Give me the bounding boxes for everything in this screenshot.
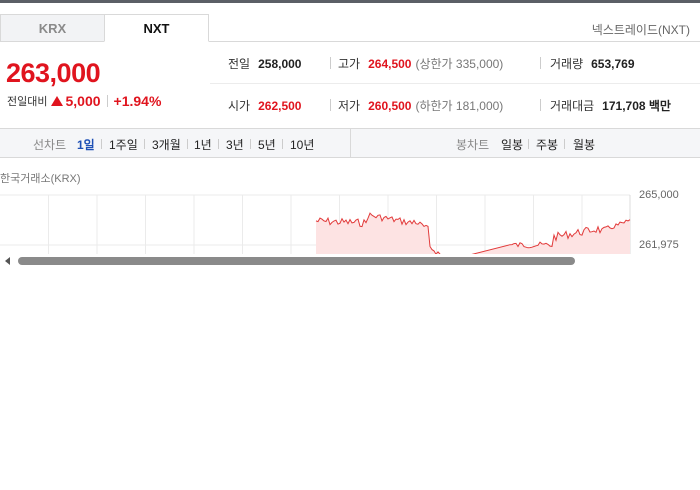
current-price: 263,000 [6,58,101,88]
toolbar-divider [101,139,102,149]
stat-label: 전일 [228,57,251,71]
stat-label: 고가 [338,57,361,71]
stat-value: 171,708 백만 [602,99,671,113]
period-1w[interactable]: 1주일 [109,136,138,153]
stat-value: 258,000 [258,56,302,71]
stat-volume: 거래량 653,769 [550,55,635,72]
period-10y[interactable]: 10년 [290,136,314,153]
stat-label: 거래대금 [550,99,595,113]
column-divider [540,99,541,111]
toolbar-divider [250,139,251,149]
column-divider [330,57,331,69]
period-daily-candle[interactable]: 일봉 [501,136,523,153]
chart-toolbar: 선차트 1일 1주일 3개월 1년 3년 5년 10년 봉차트 일봉 주봉 월봉 [0,128,700,158]
period-3m[interactable]: 3개월 [152,136,181,153]
stat-low: 저가 260,500 (하한가 181,000) [338,97,503,114]
market-tabs: KRX NXT 넥스트레이드(NXT) [0,14,700,42]
tabs-divider [209,41,700,42]
stats-row-divider [210,83,700,84]
triangle-up-icon [51,96,64,106]
period-1y[interactable]: 1년 [194,136,212,153]
stat-limit: (하한가 181,000) [415,99,504,113]
change-percent: +1.94% [113,93,162,109]
period-5y[interactable]: 5년 [258,136,276,153]
toolbar-divider [282,139,283,149]
stat-label: 거래량 [550,57,584,71]
top-border [0,0,700,3]
change-value: 5,000 [65,93,101,109]
stat-trade-amount: 거래대금 171,708 백만 [550,97,671,114]
change-label: 전일대비 [7,96,48,108]
tab-nxt[interactable]: NXT [104,14,209,42]
period-3y[interactable]: 3년 [226,136,244,153]
price-chart: 265,000 261,975 [0,185,700,255]
scroll-thumb[interactable] [18,257,575,265]
horizontal-scrollbar[interactable] [0,254,700,268]
toolbar-divider [564,139,565,149]
stat-prev-close: 전일 258,000 [228,55,301,72]
stat-open: 시가 262,500 [228,97,301,114]
chart-canvas [0,194,631,255]
toolbar-section-divider [350,129,351,158]
y-tick-label: 265,000 [639,189,679,201]
toolbar-divider [528,139,529,149]
scroll-left-arrow-icon[interactable] [5,257,10,265]
change-divider [106,95,108,107]
toolbar-divider [187,139,188,149]
stat-label: 시가 [228,99,251,113]
toolbar-divider [144,139,145,149]
stat-value: 262,500 [258,98,302,113]
toolbar-divider [218,139,219,149]
stat-value: 260,500 [368,98,412,113]
column-divider [330,99,331,111]
column-divider [540,57,541,69]
line-chart-label: 선차트 [33,138,67,152]
tab-krx[interactable]: KRX [0,14,105,42]
period-monthly-candle[interactable]: 월봉 [573,136,595,153]
stat-value: 653,769 [591,56,635,71]
price-change: 전일대비 5,000 +1.94% [7,93,161,109]
chart-source: 한국거래소(KRX) [0,173,81,185]
y-tick-label: 261,975 [639,239,679,251]
stat-label: 저가 [338,99,361,113]
period-weekly-candle[interactable]: 주봉 [536,136,558,153]
stat-value: 264,500 [368,56,412,71]
market-name: 넥스트레이드(NXT) [591,23,690,37]
stat-high: 고가 264,500 (상한가 335,000) [338,55,503,72]
period-1d[interactable]: 1일 [77,136,95,153]
candle-chart-label: 봉차트 [456,138,490,152]
stat-limit: (상한가 335,000) [415,57,504,71]
